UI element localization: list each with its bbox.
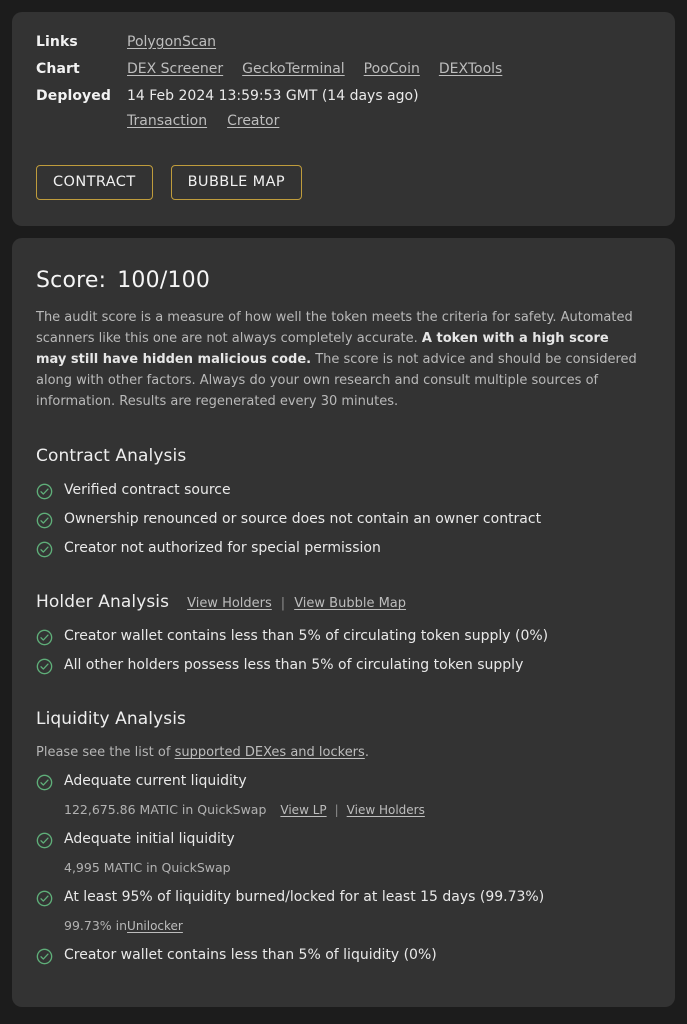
contract-analysis-title: Contract Analysis — [36, 446, 187, 467]
liquidity-detail-text: 4,995 MATIC in QuickSwap — [64, 860, 231, 876]
bubble-map-button[interactable]: BUBBLE MAP — [170, 165, 303, 200]
check-circle-icon — [36, 658, 53, 675]
holder-analysis-title: Holder Analysis — [36, 592, 170, 613]
score-heading: Score: 100/100 — [36, 268, 651, 293]
score-label: Score: — [36, 267, 107, 293]
check-item-label: Verified contract source — [64, 482, 231, 499]
audit-page: Links PolygonScan Chart DEX Screener Gec… — [0, 0, 687, 1024]
check-circle-icon — [36, 512, 53, 529]
check-circle-icon — [36, 948, 53, 965]
check-item: Creator wallet contains less than 5% of … — [36, 628, 651, 646]
check-item: Creator wallet contains less than 5% of … — [36, 947, 651, 965]
check-item: All other holders possess less than 5% o… — [36, 657, 651, 675]
liquidity-detail: 4,995 MATIC in QuickSwap — [64, 860, 651, 875]
chart-row-label: Chart — [36, 61, 80, 77]
check-circle-icon — [36, 832, 53, 849]
note-prefix: Please see the list of — [36, 745, 175, 761]
supported-dexes-note: Please see the list of supported DEXes a… — [36, 745, 651, 760]
check-item: At least 95% of liquidity burned/locked … — [36, 889, 651, 907]
links-row: Links PolygonScan — [36, 34, 651, 50]
check-circle-icon — [36, 774, 53, 791]
link-supported-dexes-and-lockers[interactable]: supported DEXes and lockers — [175, 745, 365, 760]
link-dex-screener[interactable]: DEX Screener — [127, 61, 223, 77]
check-item: Verified contract source — [36, 482, 651, 500]
audit-score-card: Score: 100/100 The audit score is a measu… — [12, 237, 675, 1008]
link-poocoin[interactable]: PooCoin — [364, 61, 420, 77]
check-circle-icon — [36, 541, 53, 558]
check-item-label: Creator not authorized for special permi… — [64, 540, 381, 557]
link-unilocker[interactable]: Unilocker — [127, 919, 183, 933]
liquidity-detail-text: 122,675.86 MATIC in QuickSwap — [64, 802, 267, 818]
check-circle-icon — [36, 890, 53, 907]
link-dextools[interactable]: DEXTools — [439, 61, 502, 77]
check-item: Adequate current liquidity — [36, 773, 651, 791]
note-suffix: . — [364, 745, 369, 761]
check-circle-icon — [36, 483, 53, 500]
link-polygonscan[interactable]: PolygonScan — [127, 34, 216, 50]
link-view-holders-lp[interactable]: View Holders — [347, 803, 425, 817]
score-description: The audit score is a measure of how well… — [36, 307, 642, 413]
contract-button[interactable]: CONTRACT — [36, 165, 153, 200]
link-separator: | — [280, 596, 286, 612]
liquidity-analysis-section: Liquidity Analysis Please see the list o… — [36, 709, 651, 965]
holder-analysis-links: View Holders | View Bubble Map — [187, 596, 406, 611]
deployed-timestamp: 14 Feb 2024 13:59:53 GMT (14 days ago) — [127, 88, 419, 104]
deployed-sub-links: Transaction Creator — [127, 113, 651, 129]
liquidity-detail: 99.73% in Unilocker — [64, 918, 651, 933]
link-creator[interactable]: Creator — [227, 113, 279, 129]
contract-analysis-section: Contract Analysis Verified contract sour… — [36, 446, 651, 558]
check-item-label: All other holders possess less than 5% o… — [64, 657, 524, 674]
token-info-card: Links PolygonScan Chart DEX Screener Gec… — [12, 12, 675, 226]
link-separator: | — [334, 803, 339, 818]
deployed-row: Deployed 14 Feb 2024 13:59:53 GMT (14 da… — [36, 88, 651, 104]
check-item-label: At least 95% of liquidity burned/locked … — [64, 889, 545, 906]
check-circle-icon — [36, 629, 53, 646]
check-item-label: Creator wallet contains less than 5% of … — [64, 628, 549, 645]
action-button-row: CONTRACT BUBBLE MAP — [36, 165, 651, 200]
deployed-row-label: Deployed — [36, 88, 111, 104]
chart-row: Chart DEX Screener GeckoTerminal PooCoin… — [36, 61, 651, 77]
links-row-values: PolygonScan — [127, 34, 216, 50]
check-item-label: Ownership renounced or source does not c… — [64, 511, 542, 528]
link-view-holders[interactable]: View Holders — [187, 596, 272, 611]
link-geckoterminal[interactable]: GeckoTerminal — [242, 61, 345, 77]
check-item-label: Adequate current liquidity — [64, 773, 247, 790]
liquidity-detail: 122,675.86 MATIC in QuickSwap View LP | … — [64, 802, 651, 817]
liquidity-analysis-title: Liquidity Analysis — [36, 709, 186, 730]
holder-analysis-section: Holder Analysis View Holders | View Bubb… — [36, 592, 651, 675]
score-value: 100/100 — [117, 267, 211, 293]
check-item-label: Adequate initial liquidity — [64, 831, 235, 848]
check-item-label: Creator wallet contains less than 5% of … — [64, 947, 437, 964]
link-view-bubble-map[interactable]: View Bubble Map — [294, 596, 406, 611]
check-item: Creator not authorized for special permi… — [36, 540, 651, 558]
check-item: Adequate initial liquidity — [36, 831, 651, 849]
chart-row-values: DEX Screener GeckoTerminal PooCoin DEXTo… — [127, 61, 502, 77]
links-row-label: Links — [36, 34, 78, 50]
link-view-lp[interactable]: View LP — [280, 803, 326, 817]
link-transaction[interactable]: Transaction — [127, 113, 207, 129]
check-item: Ownership renounced or source does not c… — [36, 511, 651, 529]
liquidity-detail-text: 99.73% in — [64, 918, 128, 934]
